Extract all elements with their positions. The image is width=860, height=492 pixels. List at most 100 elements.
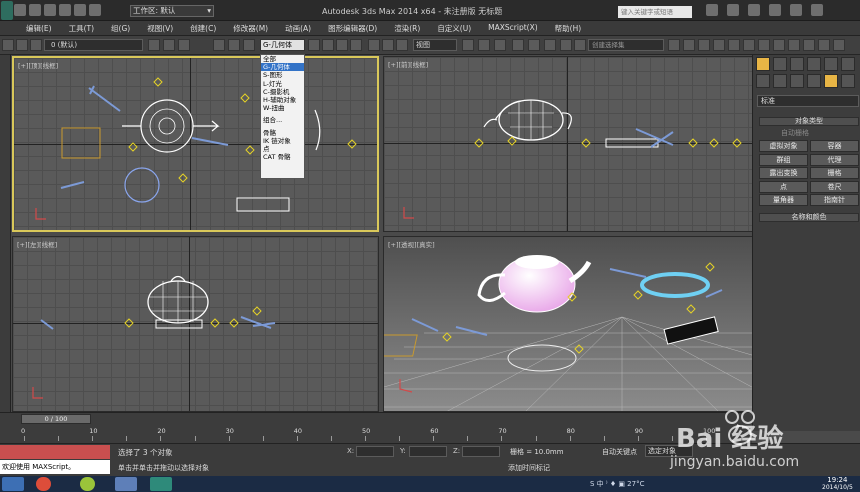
add-to-layer-icon[interactable] — [178, 39, 190, 51]
helper-type-button[interactable]: 栅格 — [810, 167, 859, 179]
maxscript-listener[interactable] — [0, 445, 110, 459]
browser-icon[interactable] — [80, 477, 95, 491]
lights-icon[interactable] — [790, 74, 804, 88]
menu-item[interactable]: 自定义(U) — [437, 23, 471, 34]
add-time-tag[interactable]: 添加时间标记 — [508, 463, 550, 473]
search-input[interactable]: 键入关键字或短语 — [618, 6, 692, 18]
curve-editor-icon[interactable] — [728, 39, 740, 51]
modify-tab-icon[interactable] — [773, 57, 787, 71]
chrome-icon[interactable] — [36, 477, 51, 491]
helper-type-button[interactable]: 点 — [759, 180, 808, 193]
help-icon[interactable] — [748, 4, 760, 16]
time-slider-track[interactable]: 0 / 100 — [0, 412, 752, 424]
helper-type-button[interactable]: 群组 — [759, 153, 808, 166]
undo-icon[interactable] — [2, 39, 14, 51]
viewport-left[interactable]: [+][左][线框] — [12, 236, 379, 412]
helper-type-button[interactable]: 量角器 — [759, 194, 808, 206]
activeshade-icon[interactable] — [833, 39, 845, 51]
new-file-icon[interactable] — [14, 4, 26, 16]
helper-type-button[interactable]: 指南针 — [810, 194, 859, 206]
object-type-rollout[interactable]: 对象类型 — [759, 117, 859, 126]
helpers-icon[interactable] — [824, 74, 838, 88]
render-setup-icon[interactable] — [773, 39, 785, 51]
filter-option[interactable]: L-灯光 — [261, 80, 304, 88]
name-color-rollout[interactable]: 名称和颜色 — [759, 213, 859, 222]
named-selection-set-dropdown[interactable]: 创建选择集 — [588, 39, 664, 51]
helper-type-button[interactable]: 代理 — [810, 153, 859, 166]
shapes-icon[interactable] — [773, 74, 787, 88]
start-icon[interactable] — [2, 477, 24, 491]
3dsmax-icon[interactable] — [150, 477, 172, 491]
menu-item[interactable]: 修改器(M) — [233, 23, 268, 34]
maximize-icon[interactable] — [790, 4, 802, 16]
mirror-icon[interactable] — [668, 39, 680, 51]
maxscript-output[interactable]: 欢迎使用 MAXScript。 — [0, 460, 110, 474]
viewport-label-front[interactable]: [+][前][线框] — [388, 59, 428, 69]
filter-option[interactable]: 骨骼 — [261, 129, 304, 137]
viewport-top[interactable]: [+][顶][线框] — [12, 56, 379, 232]
menu-item[interactable]: 图形编辑器(D) — [328, 23, 377, 34]
layer-manager-icon[interactable] — [30, 39, 42, 51]
select-by-name-icon[interactable] — [322, 39, 334, 51]
motion-tab-icon[interactable] — [807, 57, 821, 71]
selection-filter-list[interactable]: 全部 G-几何体 S-图形 L-灯光 C-摄影机 H-辅助对象 W-扭曲 组合... 骨骼 IK … — [260, 54, 305, 179]
material-editor-icon[interactable] — [758, 39, 770, 51]
binoculars-icon[interactable] — [706, 4, 718, 16]
menu-item[interactable]: 视图(V) — [147, 23, 173, 34]
layer-dropdown[interactable]: 0 (默认) — [44, 39, 143, 51]
layer-explorer-icon[interactable] — [698, 39, 710, 51]
layer-icon[interactable] — [148, 39, 160, 51]
render-production-icon[interactable] — [803, 39, 815, 51]
link-icon[interactable] — [16, 39, 28, 51]
rendered-frame-icon[interactable] — [788, 39, 800, 51]
edit-named-selection-icon[interactable] — [574, 39, 586, 51]
menu-item[interactable]: 创建(C) — [190, 23, 216, 34]
graphite-ribbon-icon[interactable] — [713, 39, 725, 51]
window-crossing-icon[interactable] — [350, 39, 362, 51]
viewport-label-left[interactable]: [+][左][线框] — [17, 239, 57, 249]
z-coordinate-field[interactable] — [462, 446, 500, 457]
filter-option[interactable]: S-图形 — [261, 71, 304, 79]
helper-type-button[interactable]: 虚拟对象 — [759, 140, 808, 152]
hierarchy-tab-icon[interactable] — [790, 57, 804, 71]
selection-filter-dropdown[interactable]: G-几何体 — [260, 39, 305, 51]
track-bar[interactable]: 0 10 20 30 40 50 60 70 80 90 100 — [0, 424, 752, 443]
filter-option[interactable]: C-摄影机 — [261, 88, 304, 96]
percent-snap-icon[interactable] — [544, 39, 556, 51]
move-icon[interactable] — [368, 39, 380, 51]
schematic-view-icon[interactable] — [743, 39, 755, 51]
filter-option[interactable]: H-辅助对象 — [261, 96, 304, 104]
project-folder-icon[interactable] — [89, 4, 101, 16]
geometry-icon[interactable] — [756, 74, 770, 88]
x-coordinate-field[interactable] — [356, 446, 394, 457]
star-icon[interactable] — [727, 4, 739, 16]
create-layer-icon[interactable] — [163, 39, 175, 51]
cameras-icon[interactable] — [807, 74, 821, 88]
workspace-dropdown[interactable]: 工作区: 默认 — [130, 5, 214, 17]
app-icon[interactable] — [115, 477, 137, 491]
keyboard-shortcut-icon[interactable] — [494, 39, 506, 51]
spinner-snap-icon[interactable] — [560, 39, 572, 51]
clock[interactable]: 19:24 2014/10/5 — [822, 477, 853, 492]
scale-icon[interactable] — [396, 39, 408, 51]
unlink-icon[interactable] — [228, 39, 240, 51]
time-slider[interactable]: 0 / 100 — [21, 414, 91, 424]
save-icon[interactable] — [44, 4, 56, 16]
helper-type-button[interactable]: 容器 — [810, 140, 859, 152]
filter-option[interactable]: 点 — [261, 145, 304, 153]
viewport-label-perspective[interactable]: [+][透视][真实] — [388, 239, 435, 249]
helper-type-button[interactable]: 露出变换 — [759, 167, 808, 179]
autogrid-checkbox[interactable]: 自动栅格 — [781, 128, 809, 138]
filter-option[interactable]: W-扭曲 — [261, 104, 304, 112]
filter-option[interactable]: CAT 骨骼 — [261, 153, 304, 161]
app-logo-icon[interactable] — [1, 1, 13, 20]
bind-space-warp-icon[interactable] — [243, 39, 255, 51]
filter-option[interactable]: 全部 — [261, 55, 304, 63]
filter-option[interactable]: G-几何体 — [261, 63, 304, 72]
pivot-center-icon[interactable] — [462, 39, 474, 51]
close-icon[interactable] — [811, 4, 823, 16]
align-icon[interactable] — [683, 39, 695, 51]
menu-item[interactable]: 组(G) — [111, 23, 130, 34]
category-dropdown[interactable]: 标准 — [757, 95, 859, 107]
menu-item[interactable]: 帮助(H) — [555, 23, 582, 34]
